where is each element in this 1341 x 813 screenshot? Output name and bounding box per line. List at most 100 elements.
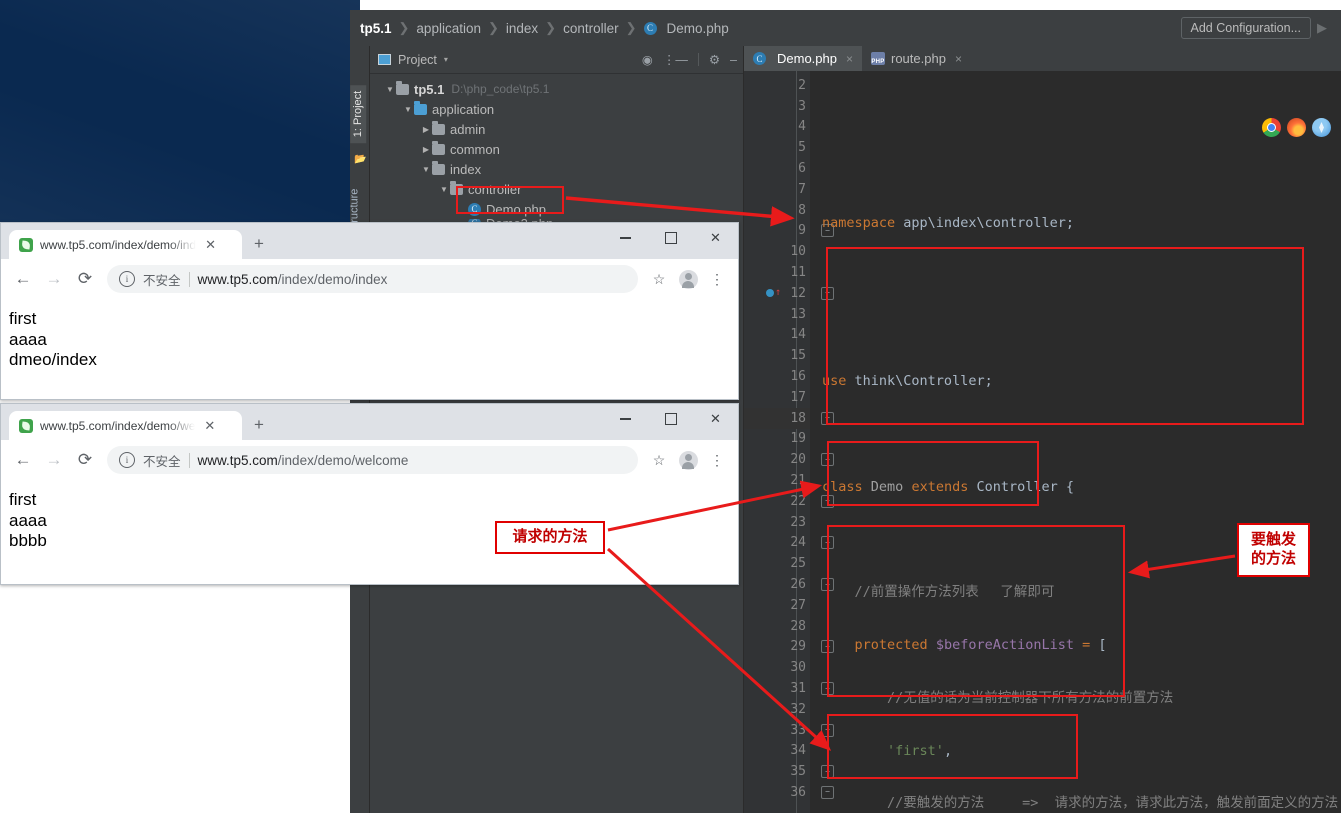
twisty-icon[interactable]: ▼ (438, 185, 450, 194)
close-icon[interactable]: ✕ (205, 237, 216, 253)
code-text-area[interactable]: namespace app\index\controller; use thin… (810, 71, 1341, 813)
address-bar[interactable]: i 不安全 www.tp5.com/index/demo/index (107, 265, 638, 293)
chrome-menu-icon[interactable]: ⋮ (704, 447, 730, 473)
new-tab-button[interactable]: + (254, 235, 264, 252)
folder-icon (396, 80, 409, 95)
bookmark-star-icon[interactable]: ☆ (646, 266, 672, 292)
breadcrumb-controller[interactable]: controller (563, 21, 619, 36)
gutter-line-number: 32 (790, 701, 806, 717)
editor-column: C Demo.php × PHP route.php × 2 3 4 5 6 7 8 9−1 (743, 46, 1341, 813)
firefox-icon[interactable] (1287, 118, 1306, 137)
info-icon[interactable]: i (119, 271, 135, 287)
code-line: //要触发的方法 => 请求的方法，请求此方法，触发前面定义的方法 (887, 795, 1339, 812)
chevron-down-icon[interactable]: ▾ (444, 55, 448, 64)
maximize-button[interactable] (648, 223, 693, 253)
breadcrumb-project[interactable]: tp5.1 (360, 21, 392, 36)
bookmark-star-icon[interactable]: ☆ (646, 447, 672, 473)
maximize-button[interactable] (648, 404, 693, 434)
settings-gear-icon[interactable]: ⚙ (709, 52, 720, 67)
profile-avatar-icon[interactable] (675, 266, 701, 292)
site-favicon-icon (19, 418, 33, 433)
minimize-button[interactable] (603, 404, 648, 434)
security-label: 不安全 (143, 454, 181, 469)
security-label: 不安全 (143, 273, 181, 288)
desktop-wallpaper (0, 0, 360, 226)
twisty-icon[interactable]: ▼ (420, 165, 432, 174)
tree-item-application[interactable]: ▼ application (370, 99, 743, 119)
address-bar[interactable]: i 不安全 www.tp5.com/index/demo/welcome (107, 446, 638, 474)
breadcrumb-file[interactable]: Demo.php (667, 21, 729, 36)
project-panel-header: Project ▾ ◉ ⋮― ⚙ – (370, 46, 743, 74)
tree-item-common[interactable]: ▶ common (370, 139, 743, 159)
annotation-trigger-method: 要触发 的方法 (1237, 523, 1310, 577)
page-line: first (9, 490, 37, 509)
twisty-icon[interactable]: ▼ (384, 85, 396, 94)
gutter-line-number: 5 (798, 140, 806, 156)
collapse-all-icon[interactable]: ⋮― (663, 52, 688, 67)
info-icon[interactable]: i (119, 452, 135, 468)
minimize-button[interactable] (603, 223, 648, 253)
profile-avatar-icon[interactable] (675, 447, 701, 473)
tree-label: controller (468, 181, 522, 197)
run-button[interactable]: ▶ (1317, 20, 1327, 36)
annotation-line-2: 的方法 (1250, 550, 1296, 567)
browser-launcher-icons[interactable] (1262, 118, 1331, 137)
php-file-icon: PHP (871, 52, 885, 65)
back-icon[interactable]: ← (9, 265, 37, 293)
chrome-menu-icon[interactable]: ⋮ (704, 266, 730, 292)
screen-root: tp5.1 ❯ application ❯ index ❯ controller… (0, 0, 1341, 813)
tab-title: www.tp5.com/index/demo/ind (40, 237, 197, 252)
gutter-line-number: 2 (798, 77, 806, 93)
override-marker-icon[interactable]: ↑ (766, 288, 781, 298)
gutter-line-number: 8 (798, 202, 806, 218)
annotation-request-method: 请求的方法 (495, 521, 605, 554)
new-tab-button[interactable]: + (254, 416, 264, 433)
minimize-icon[interactable]: – (730, 53, 737, 67)
reload-icon[interactable]: ⟳ (71, 265, 99, 293)
page-line: bbbb (9, 531, 47, 551)
folder-icon (432, 120, 445, 135)
gutter-line-number: 7 (798, 181, 806, 197)
url-text: www.tp5.com/index/demo/index (197, 271, 388, 287)
safari-icon[interactable] (1312, 118, 1331, 137)
close-button[interactable]: ✕ (693, 404, 738, 434)
gutter-line-number: 18− (744, 407, 834, 429)
tree-item-index[interactable]: ▼ index (370, 159, 743, 179)
twisty-icon[interactable]: ▶ (420, 145, 432, 154)
gutter-line-number: 25 (790, 556, 806, 572)
page-line: dmeo/index (9, 350, 97, 370)
twisty-icon[interactable]: ▼ (402, 105, 414, 114)
tab-demo-php[interactable]: C Demo.php × (744, 46, 862, 71)
tab-route-php[interactable]: PHP route.php × (862, 46, 971, 71)
chrome-icon[interactable] (1262, 118, 1281, 137)
add-configuration-button[interactable]: Add Configuration... (1180, 17, 1311, 39)
chrome-window-welcome: www.tp5.com/index/demo/we ✕ + ✕ ← → ⟳ i … (0, 403, 739, 585)
tree-item-tp51[interactable]: ▼ tp5.1 D:\php_code\tp5.1 (370, 79, 743, 99)
back-icon[interactable]: ← (9, 446, 37, 474)
gutter-line-number: 28 (790, 618, 806, 634)
close-button[interactable]: ✕ (693, 223, 738, 253)
tree-item-demo-php[interactable]: C Demo.php (370, 199, 743, 219)
breadcrumb-application[interactable]: application (416, 21, 481, 36)
breadcrumb-index[interactable]: index (506, 21, 538, 36)
browser-tab[interactable]: www.tp5.com/index/demo/we ✕ (9, 411, 242, 440)
locate-icon[interactable]: ◉ (642, 52, 653, 67)
tree-item-controller[interactable]: ▼ controller (370, 179, 743, 199)
reload-icon[interactable]: ⟳ (71, 446, 99, 474)
window-controls: ✕ (603, 223, 738, 259)
tree-item-admin[interactable]: ▶ admin (370, 119, 743, 139)
php-class-icon: C (468, 202, 481, 216)
gutter-line-number: 12− ↑ (744, 283, 834, 304)
tree-label: tp5.1 (414, 81, 445, 97)
gutter-line-number: 3 (798, 98, 806, 114)
code-line: //前置操作方法列表 了解即可 (854, 584, 1055, 601)
sidebar-item-project[interactable]: 1: Project (350, 84, 367, 144)
close-icon[interactable]: × (846, 52, 853, 66)
twisty-icon[interactable]: ▶ (420, 125, 432, 134)
close-icon[interactable]: × (955, 52, 962, 66)
tree-label: admin (450, 121, 486, 137)
code-editor[interactable]: 2 3 4 5 6 7 8 9−10 11 12− ↑ 13 14 15 16 17 18−19 20−21 22−… (744, 71, 1341, 813)
browser-tab[interactable]: www.tp5.com/index/demo/ind ✕ (9, 230, 242, 259)
close-icon[interactable]: ✕ (204, 418, 215, 434)
